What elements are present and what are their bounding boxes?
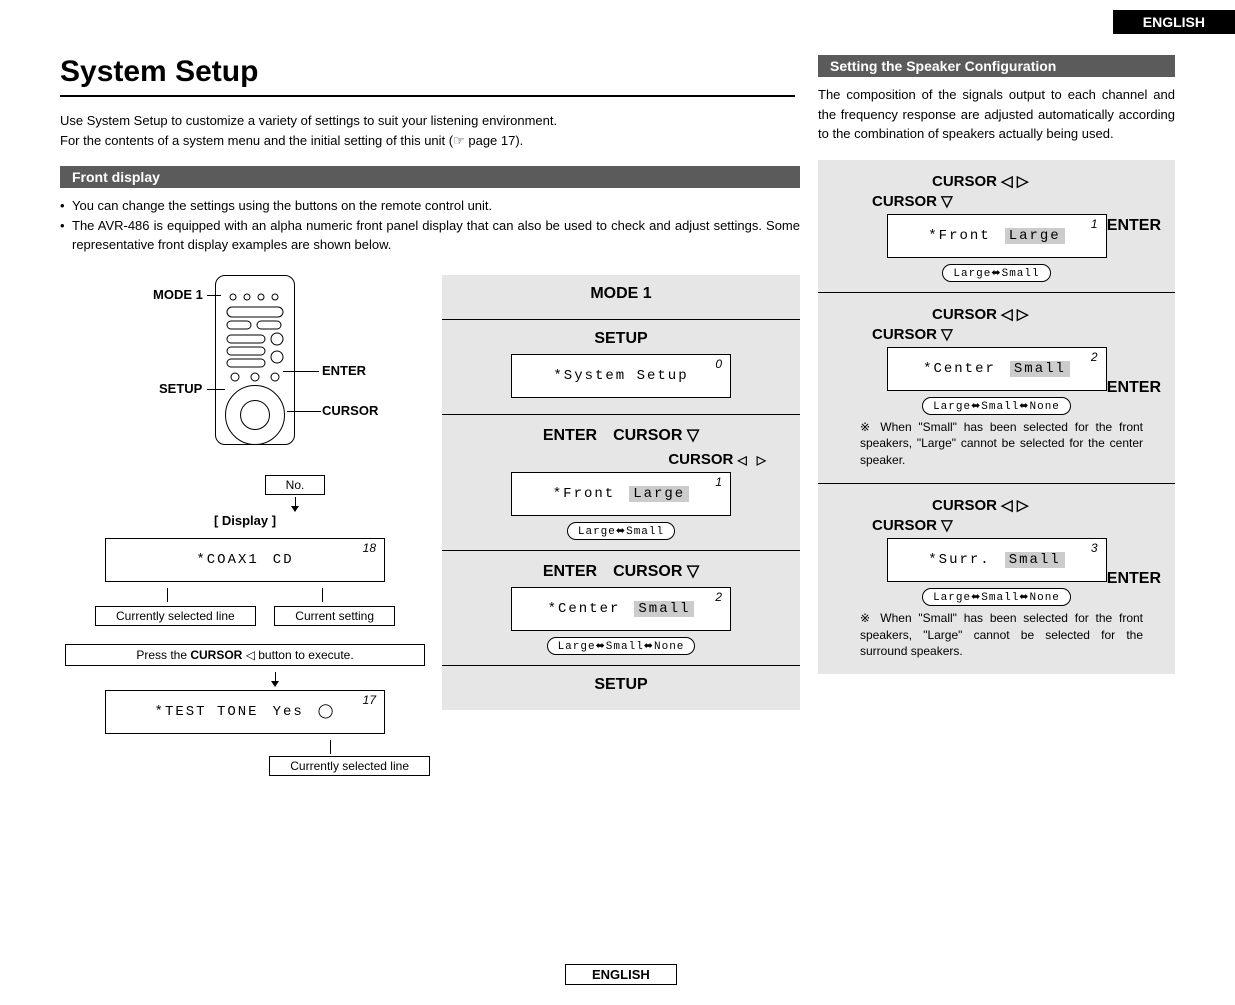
remote-figure: MODE 1 ENTER SETUP CURSOR <box>95 275 395 455</box>
step-center: ENTERCURSOR ▽ 2 *Center Small Large⬌Smal… <box>442 550 800 665</box>
lcd-display: 3 *Surr. Small <box>887 538 1107 582</box>
lcd-display: 2 *Center Small <box>511 587 731 631</box>
lcd-display: 2 *Center Small <box>887 347 1107 391</box>
speaker-step-surround: ENTER CURSOR ◁ ▷ CURSOR ▽ 3 *Surr. Small… <box>818 483 1175 674</box>
step-mode1: MODE 1 <box>442 275 800 319</box>
pointer-icon: ☞ <box>453 133 465 148</box>
display-example-1: No. [ Display ] 18 *COAX1 CD <box>60 475 430 626</box>
step-front: ENTERCURSOR ▽ CURSOR ◁ ▷ 1 *Front Large … <box>442 414 800 550</box>
figures-area: MODE 1 ENTER SETUP CURSOR No. <box>60 275 430 794</box>
display-heading: [ Display ] <box>60 513 430 528</box>
note-text: ※ When "Small" has been selected for the… <box>832 415 1161 473</box>
currently-selected-line-label: Currently selected line <box>269 756 430 776</box>
no-label: No. <box>265 475 326 495</box>
footer-language: ENGLISH <box>565 964 677 985</box>
step-setup-end: SETUP <box>442 665 800 710</box>
manual-page: ENGLISH System Setup Use System Setup to… <box>0 0 1235 834</box>
remote-label-mode1: MODE 1 <box>153 287 203 302</box>
speaker-step-front: ENTER CURSOR ◁ ▷ CURSOR ▽ 1 *Front Large… <box>818 160 1175 292</box>
lcd-display: 0 *System Setup <box>511 354 731 398</box>
lcd-number: 18 <box>363 541 376 555</box>
speaker-intro: The composition of the signals output to… <box>818 85 1175 144</box>
intro-text: Use System Setup to customize a variety … <box>60 111 800 150</box>
speaker-config-heading: Setting the Speaker Configuration <box>818 55 1175 77</box>
currently-selected-line-label: Currently selected line <box>95 606 256 626</box>
speaker-steps: ENTER CURSOR ◁ ▷ CURSOR ▽ 1 *Front Large… <box>818 160 1175 675</box>
language-tab: ENGLISH <box>1113 10 1235 34</box>
page-title: System Setup <box>60 55 800 89</box>
front-display-heading: Front display <box>60 166 800 188</box>
front-display-bullets: You can change the settings using the bu… <box>60 196 800 255</box>
options-chip: Large⬌Small⬌None <box>547 637 696 655</box>
options-chip: Large⬌Small⬌None <box>922 397 1071 415</box>
execute-instruction: Press the CURSOR ◁ button to execute. <box>65 644 425 666</box>
remote-label-enter: ENTER <box>322 363 366 378</box>
page-footer: ENGLISH <box>0 834 1235 1005</box>
bullet-item: The AVR-486 is equipped with an alpha nu… <box>72 216 800 255</box>
lcd-display: 17 *TEST TONE Yes◯ <box>105 690 385 734</box>
lcd-display: 1 *Front Large <box>887 214 1107 258</box>
setup-steps: MODE 1 SETUP 0 *System Setup ENTERCURSOR… <box>442 275 800 794</box>
options-chip: Large⬌Small⬌None <box>922 588 1071 606</box>
step-setup: SETUP 0 *System Setup <box>442 319 800 414</box>
lcd-number: 17 <box>363 693 376 707</box>
left-column: System Setup Use System Setup to customi… <box>60 55 800 794</box>
lcd-display: 18 *COAX1 CD <box>105 538 385 582</box>
options-chip: Large⬌Small <box>942 264 1050 282</box>
display-example-2: Press the CURSOR ◁ button to execute. 17… <box>60 644 430 776</box>
title-rule <box>60 95 795 97</box>
bullet-item: You can change the settings using the bu… <box>72 196 800 216</box>
remote-label-setup: SETUP <box>159 381 202 396</box>
current-setting-label: Current setting <box>274 606 395 626</box>
lcd-display: 1 *Front Large <box>511 472 731 516</box>
remote-label-cursor: CURSOR <box>322 403 378 418</box>
options-chip: Large⬌Small <box>567 522 675 540</box>
note-text: ※ When "Small" has been selected for the… <box>832 606 1161 664</box>
right-column: Setting the Speaker Configuration The co… <box>818 55 1175 794</box>
speaker-step-center: ENTER CURSOR ◁ ▷ CURSOR ▽ 2 *Center Smal… <box>818 292 1175 483</box>
